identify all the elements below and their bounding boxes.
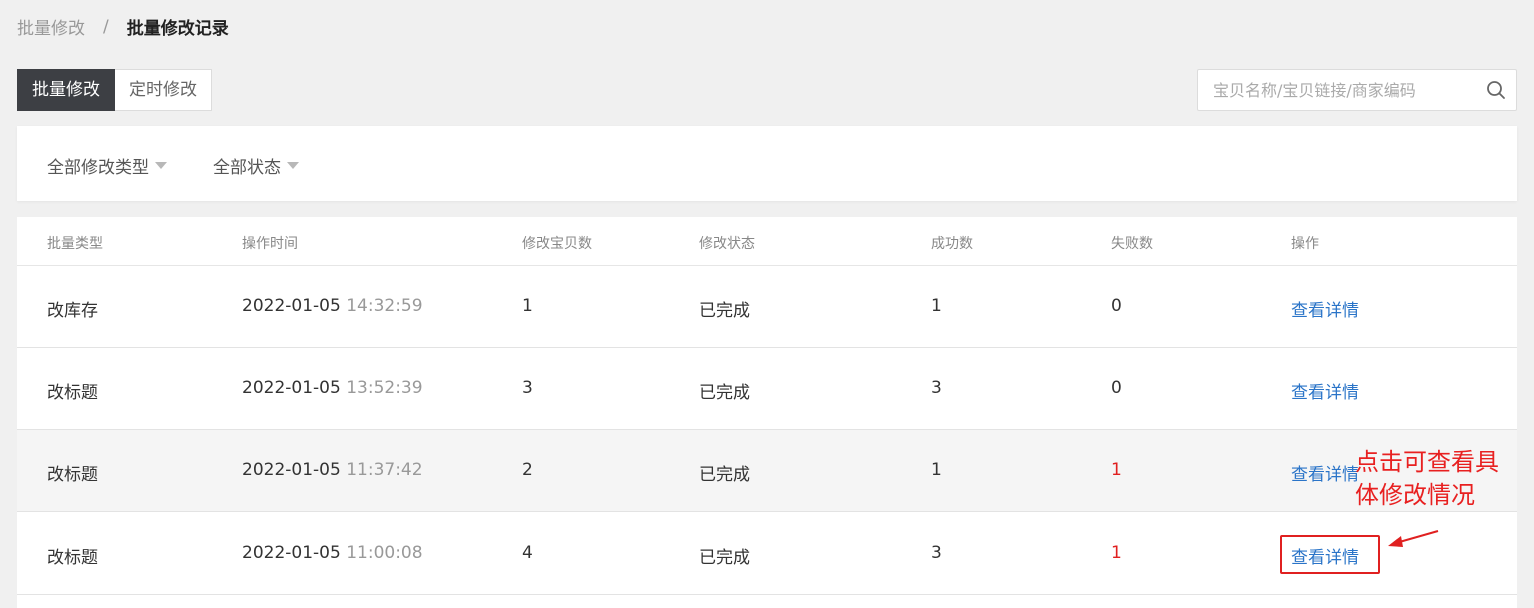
cell-clock: 14:32:59 — [346, 296, 423, 316]
cell-clock: 11:00:08 — [346, 543, 423, 563]
cell-time: 2022-01-05 11:37:42 — [242, 460, 423, 480]
breadcrumb-separator: / — [103, 16, 109, 37]
status-filter-dropdown[interactable]: 全部状态 — [213, 153, 299, 178]
table-header: 批量类型 操作时间 修改宝贝数 修改状态 成功数 失败数 操作 — [17, 217, 1517, 266]
cell-fail-count: 0 — [1111, 378, 1122, 398]
cell-success-count: 1 — [931, 296, 942, 316]
search-icon[interactable] — [1476, 70, 1516, 110]
table-row: 改标题 2022-01-05 13:52:39 3 已完成 3 0 查看详情 — [17, 348, 1517, 430]
cell-fail-count: 1 — [1111, 543, 1122, 563]
table-row: 改标题 2022-01-05 11:37:42 2 已完成 1 1 查看详情 — [17, 430, 1517, 512]
cell-status: 已完成 — [699, 301, 750, 321]
breadcrumb: 批量修改 / 批量修改记录 — [17, 14, 229, 40]
cell-fail-count: 1 — [1111, 460, 1122, 480]
cell-time: 2022-01-05 13:52:39 — [242, 378, 423, 398]
caret-down-icon — [155, 162, 167, 169]
annotation-arrow-icon — [1388, 530, 1439, 547]
breadcrumb-parent-link[interactable]: 批量修改 — [17, 14, 85, 39]
cell-type: 改标题 — [47, 548, 98, 568]
cell-success-count: 3 — [931, 543, 942, 563]
type-filter-label: 全部修改类型 — [47, 158, 149, 178]
cell-time: 2022-01-05 14:32:59 — [242, 296, 423, 316]
cell-item-count: 1 — [522, 296, 533, 316]
cell-date: 2022-01-05 — [242, 378, 341, 398]
cell-status: 已完成 — [699, 548, 750, 568]
cell-success-count: 3 — [931, 378, 942, 398]
tab-scheduled-edit[interactable]: 定时修改 — [115, 69, 212, 111]
cell-status: 已完成 — [699, 465, 750, 485]
tab-batch-edit[interactable]: 批量修改 — [17, 69, 115, 111]
cell-type: 改标题 — [47, 465, 98, 485]
status-filter-label: 全部状态 — [213, 158, 281, 178]
cell-type: 改库存 — [47, 301, 98, 321]
caret-down-icon — [287, 162, 299, 169]
header-item-count: 修改宝贝数 — [522, 236, 592, 252]
header-operation-time: 操作时间 — [242, 236, 298, 252]
header-success-count: 成功数 — [931, 236, 973, 252]
annotation-line-1: 点击可查看具 — [1355, 448, 1499, 476]
cell-date: 2022-01-05 — [242, 543, 341, 563]
cell-date: 2022-01-05 — [242, 460, 341, 480]
cell-clock: 13:52:39 — [346, 378, 423, 398]
tab-bar: 批量修改 定时修改 — [17, 69, 212, 111]
cell-item-count: 3 — [522, 378, 533, 398]
breadcrumb-current: 批量修改记录 — [126, 19, 229, 39]
cell-fail-count: 0 — [1111, 296, 1122, 316]
cell-success-count: 1 — [931, 460, 942, 480]
search-box — [1197, 69, 1517, 111]
header-fail-count: 失败数 — [1111, 236, 1153, 252]
annotation-highlight-box — [1280, 535, 1380, 574]
header-action: 操作 — [1291, 236, 1319, 252]
annotation-text: 点击可查看具 体修改情况 — [1355, 446, 1525, 512]
cell-type: 改标题 — [47, 383, 98, 403]
type-filter-dropdown[interactable]: 全部修改类型 — [47, 153, 167, 178]
view-details-link[interactable]: 查看详情 — [1291, 378, 1359, 403]
table-row: 改库存 2022-01-05 14:32:59 1 已完成 1 0 查看详情 — [17, 266, 1517, 348]
header-status: 修改状态 — [699, 236, 755, 252]
cell-date: 2022-01-05 — [242, 296, 341, 316]
cell-time: 2022-01-05 11:00:08 — [242, 543, 423, 563]
header-batch-type: 批量类型 — [47, 236, 103, 252]
cell-clock: 11:37:42 — [346, 460, 423, 480]
cell-item-count: 2 — [522, 460, 533, 480]
filter-bar: 全部修改类型 全部状态 — [17, 126, 1517, 201]
cell-status: 已完成 — [699, 383, 750, 403]
view-details-link[interactable]: 查看详情 — [1291, 296, 1359, 321]
view-details-link[interactable]: 查看详情 — [1291, 460, 1359, 485]
annotation-line-2: 体修改情况 — [1355, 481, 1475, 509]
search-input[interactable] — [1198, 70, 1476, 110]
cell-item-count: 4 — [522, 543, 533, 563]
